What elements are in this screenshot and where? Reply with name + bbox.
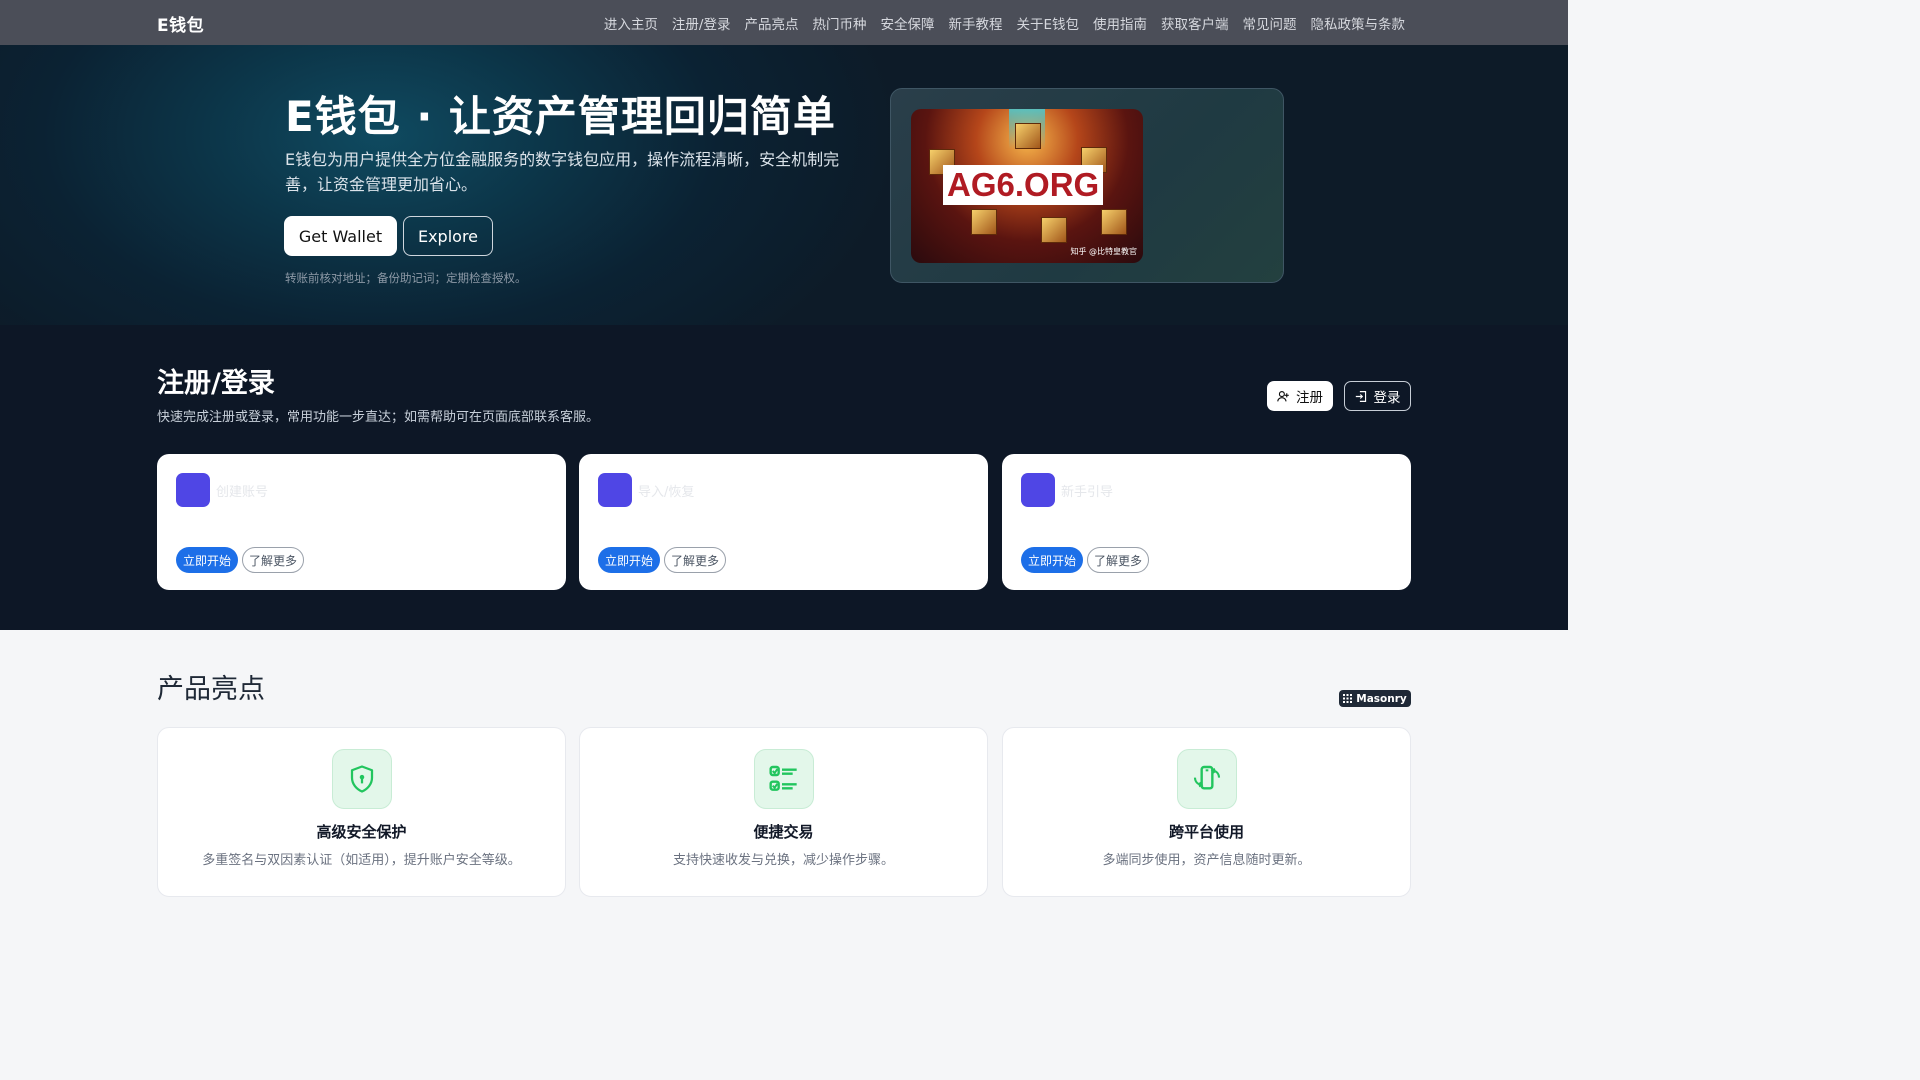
nav-link-tutorial[interactable]: 新手教程 xyxy=(948,13,1002,33)
get-wallet-button[interactable]: Get Wallet xyxy=(284,216,397,256)
nav-link-about[interactable]: 关于E钱包 xyxy=(1016,13,1079,33)
register-section: 注册/登录 快速完成注册或登录，常用功能一步直达；如需帮助可在页面底部联系客服。… xyxy=(0,325,1568,630)
signup-button[interactable]: 注册 xyxy=(1267,381,1333,411)
onboarding-icon xyxy=(1021,473,1055,507)
badge-label: Masonry xyxy=(1356,692,1407,705)
explore-button[interactable]: Explore xyxy=(403,216,493,256)
checklist-icon xyxy=(754,749,814,809)
hero-lead: E钱包为用户提供全方位金融服务的数字钱包应用，操作流程清晰，安全机制完善，让资金… xyxy=(285,150,840,194)
learn-more-button[interactable]: 了解更多 xyxy=(1087,547,1150,573)
start-button[interactable]: 立即开始 xyxy=(176,547,239,573)
login-button[interactable]: 登录 xyxy=(1344,381,1411,411)
nav-link-privacy[interactable]: 隐私政策与条款 xyxy=(1311,13,1406,33)
register-desc: 快速完成注册或登录，常用功能一步直达；如需帮助可在页面底部联系客服。 xyxy=(157,410,600,425)
hero-tip: 转账前核对地址；备份助记词；定期检查授权。 xyxy=(285,271,527,285)
signup-label: 注册 xyxy=(1296,390,1323,406)
login-label: 登录 xyxy=(1373,390,1401,406)
card-title: 导入/恢复 xyxy=(638,485,695,500)
nav-link-features[interactable]: 产品亮点 xyxy=(744,13,798,33)
image-credit: 知乎 @比特皇教官 xyxy=(1070,247,1137,256)
card-title: 新手引导 xyxy=(1061,485,1114,500)
nav-link-faq[interactable]: 常见问题 xyxy=(1243,13,1297,33)
create-account-card: 创建账号 立即开始 了解更多 xyxy=(157,454,566,590)
feature-desc: 多端同步使用，资产信息随时更新。 xyxy=(1102,853,1311,868)
nav-links: 进入主页 注册/登录 产品亮点 热门币种 安全保障 新手教程 关于E钱包 使用指… xyxy=(604,0,1405,45)
nav-link-security[interactable]: 安全保障 xyxy=(880,13,934,33)
card-title: 创建账号 xyxy=(216,485,269,500)
feature-card-trade: 便捷交易 支持快速收发与兑换，减少操作步骤。 xyxy=(579,727,988,897)
image-label: AG6.ORG xyxy=(943,165,1104,205)
phone-sync-icon xyxy=(1177,749,1237,809)
feature-title: 便捷交易 xyxy=(753,823,814,841)
hero-image: AG6.ORG 知乎 @比特皇教官 xyxy=(911,109,1143,263)
cube-icon xyxy=(1101,209,1127,235)
bitcoin-cube-icon xyxy=(1015,123,1041,149)
user-plus-icon xyxy=(1277,390,1289,401)
nav-link-download[interactable]: 获取客户端 xyxy=(1161,13,1229,33)
feature-desc: 支持快速收发与兑换，减少操作步骤。 xyxy=(672,853,894,868)
feature-desc: 多重签名与双因素认证（如适用），提升账户安全等级。 xyxy=(202,853,521,868)
onboarding-card: 新手引导 立即开始 了解更多 xyxy=(1002,454,1411,590)
feature-card-cross-platform: 跨平台使用 多端同步使用，资产信息随时更新。 xyxy=(1002,727,1411,897)
brand-logo[interactable]: E钱包 xyxy=(157,11,204,36)
learn-more-button[interactable]: 了解更多 xyxy=(664,547,727,573)
nav-link-home[interactable]: 进入主页 xyxy=(604,13,658,33)
cube-icon xyxy=(1041,217,1067,243)
start-button[interactable]: 立即开始 xyxy=(1021,547,1084,573)
hero-title: E钱包 · 让资产管理回归简单 xyxy=(285,92,836,141)
learn-more-button[interactable]: 了解更多 xyxy=(242,547,305,573)
register-title: 注册/登录 xyxy=(157,368,275,399)
features-title: 产品亮点 xyxy=(157,674,265,705)
shield-lock-icon xyxy=(332,749,392,809)
import-restore-icon xyxy=(598,473,632,507)
import-restore-card: 导入/恢复 立即开始 了解更多 xyxy=(579,454,988,590)
top-navbar: E钱包 进入主页 注册/登录 产品亮点 热门币种 安全保障 新手教程 关于E钱包… xyxy=(0,0,1568,45)
feature-title: 高级安全保护 xyxy=(316,823,407,841)
grid-icon xyxy=(1343,694,1353,703)
hero-image-card: AG6.ORG 知乎 @比特皇教官 xyxy=(890,88,1284,283)
masonry-badge: Masonry xyxy=(1339,690,1411,707)
create-account-icon xyxy=(176,473,210,507)
cube-icon xyxy=(971,209,997,235)
hero-section: E钱包 · 让资产管理回归简单 E钱包为用户提供全方位金融服务的数字钱包应用，操… xyxy=(0,45,1568,325)
start-button[interactable]: 立即开始 xyxy=(598,547,661,573)
feature-card-security: 高级安全保护 多重签名与双因素认证（如适用），提升账户安全等级。 xyxy=(157,727,566,897)
nav-link-coins[interactable]: 热门币种 xyxy=(812,13,866,33)
feature-title: 跨平台使用 xyxy=(1168,823,1244,841)
login-icon xyxy=(1355,390,1366,402)
nav-link-register[interactable]: 注册/登录 xyxy=(672,13,731,33)
nav-link-guide[interactable]: 使用指南 xyxy=(1093,13,1147,33)
